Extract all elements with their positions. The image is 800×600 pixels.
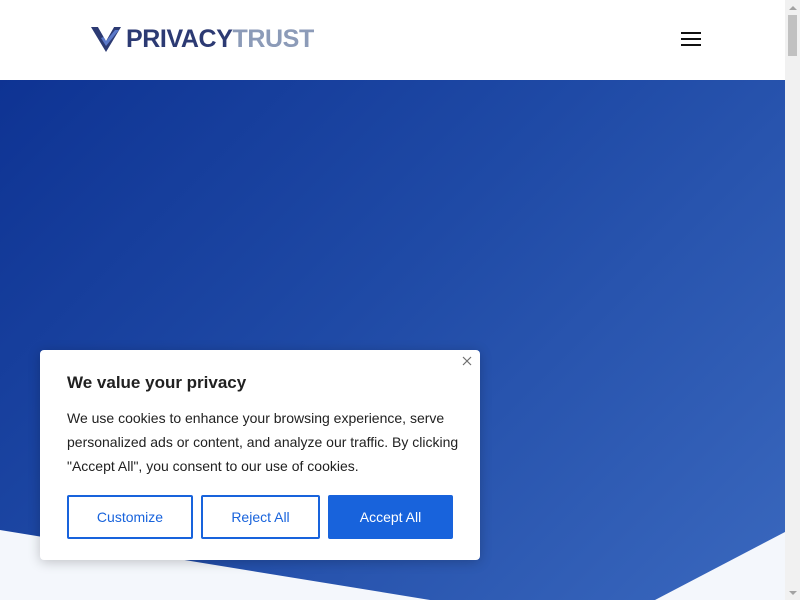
customize-button[interactable]: Customize — [67, 495, 193, 539]
reject-all-button[interactable]: Reject All — [201, 495, 320, 539]
hamburger-menu-icon[interactable] — [679, 29, 703, 49]
menu-bar-middle — [681, 38, 701, 40]
cookie-description: We use cookies to enhance your browsing … — [67, 410, 459, 474]
close-icon[interactable] — [460, 354, 474, 368]
logo-text: PRIVACYTRUST — [126, 24, 314, 54]
cookie-consent-dialog: We value your privacy We use cookies to … — [40, 350, 480, 560]
scroll-up-arrow-icon[interactable] — [785, 0, 800, 15]
checkmark-shield-icon — [91, 27, 121, 52]
scroll-down-arrow-icon[interactable] — [785, 585, 800, 600]
site-header: PRIVACYTRUST — [0, 0, 785, 80]
cookie-title: We value your privacy — [67, 373, 247, 392]
accept-all-button[interactable]: Accept All — [328, 495, 453, 539]
scroll-thumb[interactable] — [788, 15, 797, 56]
page: PRIVACYTRUST We value your privacy We us… — [0, 0, 800, 600]
vertical-scrollbar[interactable] — [785, 0, 800, 600]
logo[interactable]: PRIVACYTRUST — [90, 24, 314, 54]
logo-text-secondary: TRUST — [232, 25, 314, 53]
logo-text-primary: PRIVACY — [126, 25, 233, 53]
menu-bar-bottom — [681, 44, 701, 46]
menu-bar-top — [681, 32, 701, 34]
